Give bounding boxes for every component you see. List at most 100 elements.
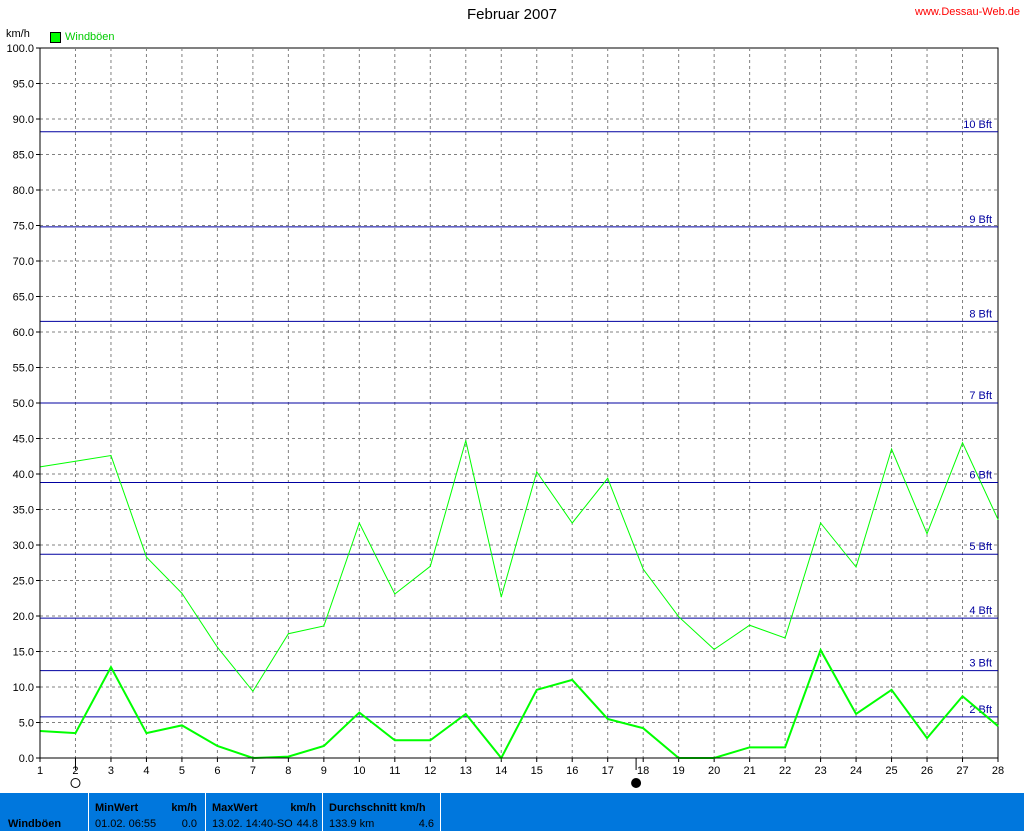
stats-panel: Windböen MinWert km/h 01.02. 06:55 0.0 M… [0,793,1024,831]
y-tick-label: 25.0 [13,576,34,588]
y-tick-label: 70.0 [13,256,34,268]
x-tick-label: 14 [495,765,507,777]
data-point [74,732,76,734]
data-point [962,442,964,444]
data-point [110,455,112,457]
y-tick-label: 80.0 [13,185,34,197]
data-point [891,689,893,691]
data-point [110,666,112,668]
x-tick-label: 3 [108,765,114,777]
data-point [607,718,609,720]
x-tick-label: 1 [37,765,43,777]
x-tick-label: 23 [814,765,826,777]
data-point [926,533,928,535]
y-tick-label: 90.0 [13,114,34,126]
data-point [358,712,360,714]
y-tick-label: 65.0 [13,292,34,304]
data-point [429,739,431,741]
x-tick-label: 16 [566,765,578,777]
x-tick-label: 10 [353,765,365,777]
x-tick-label: 17 [602,765,614,777]
y-tick-label: 60.0 [13,327,34,339]
stats-min-when: 01.02. 06:55 [95,818,157,830]
beaufort-label: 5 Bft [969,541,992,553]
x-tick-label: 8 [285,765,291,777]
x-tick-label: 20 [708,765,720,777]
beaufort-label: 7 Bft [969,390,992,402]
stats-max-header: MaxWert [212,802,258,814]
data-point [216,646,218,648]
data-point [394,593,396,595]
data-point [323,625,325,627]
data-point [820,649,822,651]
beaufort-label: 6 Bft [969,470,992,482]
y-tick-label: 50.0 [13,398,34,410]
data-point [642,568,644,570]
x-tick-label: 26 [921,765,933,777]
data-point [323,745,325,747]
data-point [855,713,857,715]
data-point [571,522,573,524]
x-tick-label: 18 [637,765,649,777]
x-tick-label: 12 [424,765,436,777]
data-point [749,746,751,748]
y-tick-label: 45.0 [13,434,34,446]
data-point [358,522,360,524]
y-tick-label: 0.0 [19,753,34,765]
data-point [678,616,680,618]
data-point [607,477,609,479]
stats-avg-distance: 133.9 km [329,818,375,830]
data-point [749,624,751,626]
data-point [642,727,644,729]
data-point [465,713,467,715]
data-point [429,565,431,567]
stats-min-value: 0.0 [181,818,197,830]
y-tick-label: 55.0 [13,363,34,375]
y-tick-label: 20.0 [13,611,34,623]
stats-min-cell: MinWert km/h 01.02. 06:55 0.0 [89,793,205,831]
x-tick-label: 9 [321,765,327,777]
data-point [500,596,502,598]
y-tick-label: 35.0 [13,505,34,517]
data-point [997,518,999,520]
x-tick-label: 24 [850,765,862,777]
data-point [536,689,538,691]
x-tick-label: 4 [143,765,149,777]
data-point [287,633,289,635]
data-point [891,448,893,450]
line-chart: 1 2 3 4 5 6 7 8 9 10 11 12 13 14 15 16 17 18 19 20 21 22 23 24 2… [6,43,1004,788]
stats-avg-value: 4.6 [418,818,434,830]
data-point [287,756,289,758]
x-tick-label: 19 [673,765,685,777]
data-point [536,471,538,473]
stats-avg-cell: Durchschnitt km/h 133.9 km 4.6 [323,793,440,831]
y-tick-label: 75.0 [13,221,34,233]
data-point [145,556,147,558]
x-tick-label: 15 [531,765,543,777]
beaufort-label: 3 Bft [969,658,992,670]
beaufort-label: 10 Bft [963,119,992,131]
y-tick-label: 95.0 [13,79,34,91]
data-point [571,679,573,681]
y-tick-label: 5.0 [19,718,34,730]
y-tick-label: 100.0 [6,43,34,55]
stats-min-unit: km/h [171,802,197,814]
data-point [394,739,396,741]
x-tick-label: 11 [389,765,400,777]
new-moon-icon [631,778,642,788]
x-tick-label: 5 [179,765,185,777]
y-tick-label: 10.0 [13,682,34,694]
data-point [465,440,467,442]
y-tick-label: 40.0 [13,469,34,481]
x-tick-label: 27 [956,765,968,777]
x-tick-label: 25 [885,765,897,777]
data-point [181,724,183,726]
stats-series-cell: Windböen [0,793,88,831]
data-point [181,592,183,594]
y-tick-label: 15.0 [13,647,34,659]
data-point [926,737,928,739]
data-point [784,746,786,748]
x-tick-label: 21 [744,765,756,777]
beaufort-label: 4 Bft [969,605,992,617]
data-point [713,648,715,650]
